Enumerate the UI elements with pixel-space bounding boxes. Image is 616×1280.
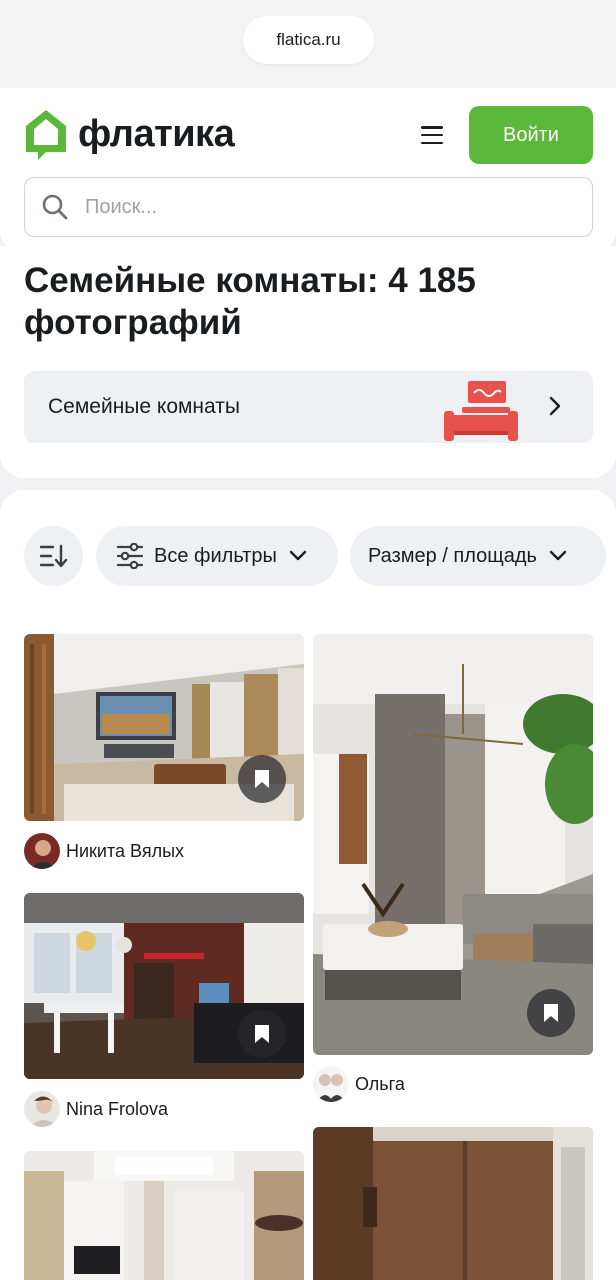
photo-author[interactable]: Никита Вялых xyxy=(24,833,184,869)
url-bar[interactable]: flatica.ru xyxy=(243,16,374,64)
all-filters-button[interactable]: Все фильтры xyxy=(96,526,338,586)
author-name: Ольга xyxy=(355,1073,405,1094)
house-logo-icon xyxy=(26,110,66,160)
logo-text: флатика xyxy=(78,113,235,155)
room-photo xyxy=(24,1151,304,1280)
site-logo[interactable]: флатика xyxy=(24,108,235,160)
photo-card[interactable] xyxy=(24,893,304,1079)
search-icon xyxy=(42,194,68,220)
avatar xyxy=(24,833,60,869)
bookmark-button[interactable] xyxy=(238,755,286,803)
size-filter-label: Размер / площадь xyxy=(368,544,537,567)
photo-author[interactable]: Nina Frolova xyxy=(24,1091,168,1127)
photo-card[interactable] xyxy=(24,1151,304,1280)
browser-bar: flatica.ru xyxy=(0,0,616,98)
category-link[interactable]: Семейные комнаты xyxy=(24,371,593,443)
bookmark-button[interactable] xyxy=(238,1010,286,1058)
title-section: Семейные комнаты: 4 185 фотографий Семей… xyxy=(0,246,616,478)
avatar xyxy=(313,1066,349,1102)
login-button[interactable]: Войти xyxy=(469,106,593,164)
room-photo xyxy=(313,1127,593,1280)
photo-card[interactable] xyxy=(313,634,593,1055)
bookmark-icon xyxy=(255,1025,269,1043)
search-field[interactable] xyxy=(24,177,593,237)
photo-card[interactable] xyxy=(313,1127,593,1280)
filters-icon xyxy=(116,543,144,569)
site-header: флатика Войти xyxy=(0,88,616,248)
chevron-down-icon xyxy=(289,550,307,561)
avatar xyxy=(24,1091,60,1127)
menu-icon[interactable] xyxy=(418,124,446,146)
bookmark-button[interactable] xyxy=(527,989,575,1037)
photo-card[interactable] xyxy=(24,634,304,821)
sort-icon xyxy=(39,544,67,568)
content-area: Все фильтры Размер / площадь Никита Вялы… xyxy=(0,490,616,1280)
sort-button[interactable] xyxy=(24,526,83,586)
page-title: Семейные комнаты: 4 185 фотографий xyxy=(24,261,476,342)
author-name: Никита Вялых xyxy=(66,840,185,861)
chevron-down-icon xyxy=(549,550,567,561)
author-name: Nina Frolova xyxy=(66,1098,169,1119)
bookmark-icon xyxy=(544,1004,558,1022)
category-label: Семейные комнаты xyxy=(48,395,240,418)
all-filters-label: Все фильтры xyxy=(154,544,277,567)
bookmark-icon xyxy=(255,770,269,788)
chevron-right-icon xyxy=(549,396,561,416)
search-input[interactable] xyxy=(85,195,545,219)
photo-author[interactable]: Ольга xyxy=(313,1066,405,1102)
size-filter-button[interactable]: Размер / площадь xyxy=(350,526,606,586)
bed-illustration-icon xyxy=(444,381,518,441)
